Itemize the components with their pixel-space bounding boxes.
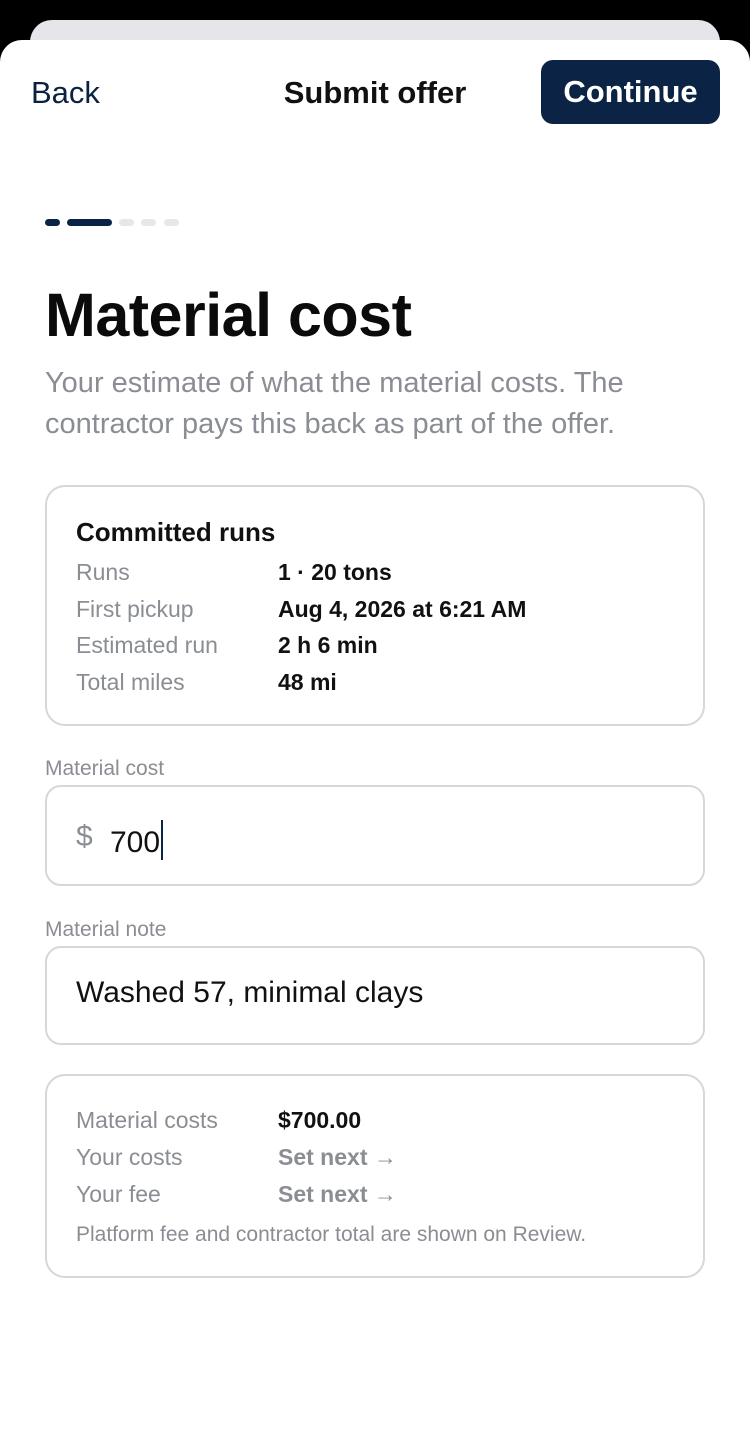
progress-step-5: [164, 219, 179, 226]
material-note-label: Material note: [45, 918, 167, 941]
progress-step-2: [67, 219, 112, 226]
material-cost-value: 700: [110, 820, 164, 860]
cost-summary-card: Material costs $700.00 Your costs Set ne…: [45, 1074, 705, 1278]
material-cost-input[interactable]: $ 700: [45, 785, 705, 886]
row-label: Your fee: [76, 1181, 161, 1207]
progress-step-1: [45, 219, 60, 226]
committed-runs-card: Committed runs Runs 1 · 20 tons First pi…: [45, 485, 705, 726]
row-label: Estimated run: [76, 632, 218, 658]
row-label: Runs: [76, 559, 130, 585]
row-label: First pickup: [76, 596, 194, 622]
material-cost-text: 700: [110, 826, 161, 859]
progress-step-4: [141, 219, 156, 226]
material-note-input[interactable]: Washed 57, minimal clays: [45, 946, 705, 1045]
set-costs-link[interactable]: Set next →: [278, 1144, 397, 1171]
currency-symbol: $: [76, 820, 93, 853]
nav-bar: Back Submit offer Continue: [0, 60, 750, 124]
row-label: Your costs: [76, 1144, 183, 1170]
progress-step-3: [119, 219, 134, 226]
text-cursor: [161, 820, 164, 860]
summary-footnote: Platform fee and contractor total are sh…: [76, 1223, 587, 1246]
row-label: Material costs: [76, 1107, 218, 1133]
material-cost-label: Material cost: [45, 757, 165, 780]
row-value: 48 mi: [278, 669, 337, 695]
continue-button[interactable]: Continue: [541, 60, 720, 124]
row-value: Aug 4, 2026 at 6:21 AM: [278, 596, 527, 622]
row-label: Total miles: [76, 669, 185, 695]
card-title: Committed runs: [76, 517, 276, 547]
page-subtitle: Your estimate of what the material costs…: [45, 367, 624, 440]
offer-sheet: Back Submit offer Continue Material cost…: [0, 40, 750, 1441]
material-note-value: Washed 57, minimal clays: [76, 976, 424, 1009]
set-fee-link[interactable]: Set next →: [278, 1181, 397, 1208]
row-value: $700.00: [278, 1107, 362, 1133]
row-value: 2 h 6 min: [278, 632, 378, 658]
page-title: Material cost: [45, 281, 412, 349]
row-value: 1 · 20 tons: [278, 559, 392, 585]
